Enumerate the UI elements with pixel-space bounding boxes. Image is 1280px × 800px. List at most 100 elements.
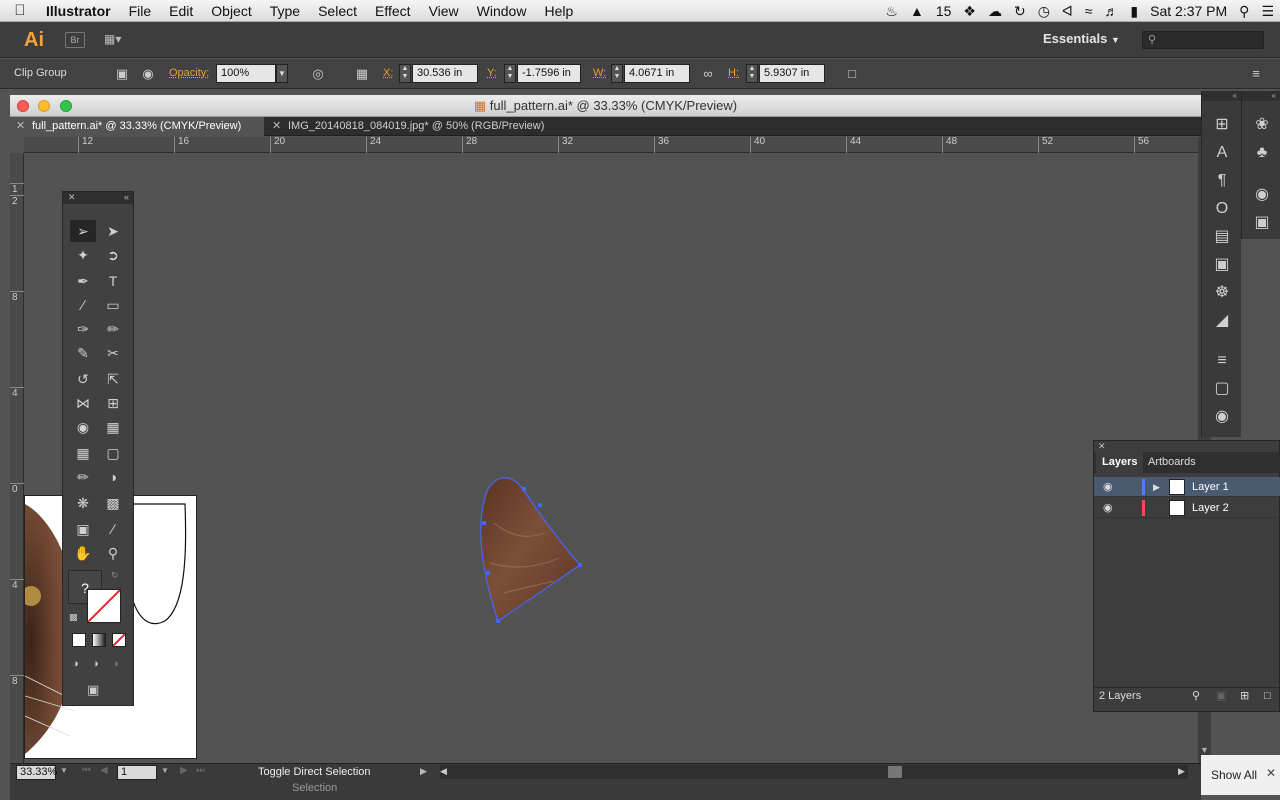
rotate-tool-icon[interactable]: ↺ [70, 368, 96, 390]
pen-tool-icon[interactable]: ✒ [70, 270, 96, 292]
blob-brush-tool-icon[interactable]: ✎ [70, 342, 96, 364]
color-mode-button[interactable] [72, 633, 86, 647]
opacity-dropdown-icon[interactable]: ▼ [276, 64, 288, 83]
tab-artboards[interactable]: Artboards [1142, 452, 1202, 473]
battery-icon[interactable]: ▮ [1124, 3, 1144, 20]
status-menu-icon[interactable]: ▶ [420, 766, 427, 777]
layer-row-layer-2[interactable]: ◉ Layer 2 [1094, 498, 1280, 518]
selection-tool-icon[interactable]: ➢ [70, 220, 96, 242]
pathfinder-panel-icon[interactable]: ▣ [1208, 253, 1236, 277]
w-stepper[interactable]: ▲ ▼ [611, 64, 623, 83]
tools-panel-header[interactable]: ✕ « [63, 192, 133, 204]
gradient-panel-icon[interactable]: ▢ [1208, 377, 1236, 401]
rectangle-tool-icon[interactable]: ▭ [100, 294, 126, 316]
slice-tool-icon[interactable]: ∕ [100, 518, 126, 540]
eyedropper-tool-icon[interactable]: ✏ [70, 466, 96, 488]
spotlight-icon[interactable]: ⚲ [1233, 3, 1255, 20]
symbols-panel-icon[interactable]: ♣ [1248, 141, 1276, 165]
stroke-none-swatch[interactable] [87, 589, 121, 623]
color-panel-icon[interactable]: ☸ [1208, 281, 1236, 305]
perspective-grid-tool-icon[interactable]: ▦ [100, 416, 126, 438]
color-guide-panel-icon[interactable]: ◢ [1208, 309, 1236, 333]
transparency-panel-icon[interactable]: ◉ [1208, 405, 1236, 429]
opacity-label[interactable]: Opacity: [169, 67, 209, 79]
close-tab-icon[interactable]: ✕ [272, 117, 281, 136]
artboard-dropdown-icon[interactable]: ▼ [161, 766, 169, 775]
transform-panel-icon[interactable]: ⊞ [1208, 113, 1236, 137]
menu-help[interactable]: Help [535, 3, 582, 19]
apple-menu-icon[interactable]:  [0, 2, 40, 19]
scroll-thumb[interactable] [888, 766, 902, 778]
control-panel-menu-icon[interactable]: ≡ [1246, 64, 1266, 83]
collapse-dock-icon[interactable]: « [1202, 91, 1241, 101]
sync-icon[interactable]: ↻ [1008, 3, 1032, 20]
prev-artboard-icon[interactable]: ◀ [100, 765, 108, 776]
lasso-tool-icon[interactable]: ➲ [100, 244, 126, 266]
opacity-field[interactable]: 100% [216, 64, 276, 83]
brushes-panel-icon[interactable]: ❀ [1248, 113, 1276, 137]
volume-icon[interactable]: ♬ [1098, 3, 1124, 19]
selected-clip-group[interactable] [464, 463, 604, 663]
pencil-tool-icon[interactable]: ✏ [100, 318, 126, 340]
y-label[interactable]: Y: [487, 67, 497, 79]
visibility-eye-icon[interactable]: ◉ [1103, 498, 1113, 518]
h-stepper[interactable]: ▲ ▼ [746, 64, 758, 83]
new-layer-icon[interactable]: □ [1264, 688, 1271, 705]
bluetooth-icon[interactable]: ᐊ [1056, 3, 1079, 20]
column-graph-tool-icon[interactable]: ▩ [100, 492, 126, 514]
align-icon[interactable]: ▦ [352, 64, 372, 83]
menu-window[interactable]: Window [468, 3, 536, 19]
h-field[interactable]: 5.9307 in [759, 64, 825, 83]
close-tab-icon[interactable]: ✕ [16, 117, 25, 136]
w-label[interactable]: W: [593, 67, 606, 79]
scroll-left-arrow-icon[interactable]: ◀ [440, 766, 447, 777]
paintbrush-tool-icon[interactable]: ✑ [70, 318, 96, 340]
collapse-panel-icon[interactable]: « [124, 192, 129, 202]
scroll-down-arrow-icon[interactable]: ▼ [1200, 745, 1209, 755]
make-clip-mask-icon[interactable]: ▣ [1216, 688, 1226, 705]
close-panel-icon[interactable]: ✕ [68, 192, 76, 203]
default-fill-stroke-icon[interactable]: ▩ [69, 612, 78, 623]
wifi-icon[interactable]: ≈ [1079, 3, 1099, 19]
scroll-right-arrow-icon[interactable]: ▶ [1178, 766, 1185, 777]
visibility-eye-icon[interactable]: ◉ [1103, 477, 1113, 497]
layer-row-layer-1[interactable]: ◉ ▶ Layer 1 [1094, 477, 1280, 497]
help-search-input[interactable]: ⚲ [1142, 31, 1264, 49]
menu-select[interactable]: Select [309, 3, 366, 19]
hand-tool-icon[interactable]: ✋ [70, 542, 96, 564]
menu-object[interactable]: Object [202, 3, 260, 19]
opentype-panel-icon[interactable]: O [1208, 197, 1236, 221]
transform-icon[interactable]: □ [842, 64, 862, 83]
workspace-switcher[interactable]: Essentials ▼ [1043, 31, 1120, 46]
menu-file[interactable]: File [120, 3, 161, 19]
y-stepper[interactable]: ▲ ▼ [504, 64, 516, 83]
width-tool-icon[interactable]: ⋈ [70, 392, 96, 414]
free-transform-tool-icon[interactable]: ⊞ [100, 392, 126, 414]
dropbox-icon[interactable]: ❖ [957, 3, 982, 20]
new-sublayer-icon[interactable]: ⊞ [1240, 688, 1249, 705]
notification-center-icon[interactable]: ☰ [1255, 3, 1280, 20]
w-field[interactable]: 4.0671 in [624, 64, 690, 83]
stroke-panel-icon[interactable]: ≡ [1208, 349, 1236, 373]
artboard-tool-icon[interactable]: ▣ [70, 518, 96, 540]
draw-behind-icon[interactable]: ◑ [92, 658, 99, 670]
tab-full-pattern[interactable]: ✕ full_pattern.ai* @ 33.33% (CMYK/Preview… [10, 117, 264, 136]
character-panel-icon[interactable]: A [1208, 141, 1236, 165]
edit-contents-icon[interactable]: ◉ [138, 64, 158, 83]
mesh-tool-icon[interactable]: ▦ [70, 442, 96, 464]
magic-wand-tool-icon[interactable]: ✦ [70, 244, 96, 266]
draw-inside-icon[interactable]: ◑ [112, 658, 119, 670]
type-tool-icon[interactable]: T [100, 270, 126, 292]
time-machine-icon[interactable]: ◷ [1032, 3, 1056, 20]
line-tool-icon[interactable]: ∕ [70, 294, 96, 316]
menu-effect[interactable]: Effect [366, 3, 420, 19]
locate-object-icon[interactable]: ⚲ [1192, 688, 1200, 705]
horizontal-ruler[interactable]: 12 16 20 24 28 32 36 40 44 48 52 56 [24, 137, 1198, 153]
tab-layers[interactable]: Layers [1096, 452, 1144, 473]
draw-normal-icon[interactable]: ◑ [72, 658, 79, 670]
edit-clip-path-icon[interactable]: ▣ [112, 64, 132, 83]
menu-app[interactable]: Illustrator [40, 3, 120, 19]
swap-fill-stroke-icon[interactable]: ↻ [111, 570, 119, 581]
vertical-ruler[interactable]: 1 2 8 4 0 4 8 [10, 153, 24, 765]
x-stepper[interactable]: ▲ ▼ [399, 64, 411, 83]
